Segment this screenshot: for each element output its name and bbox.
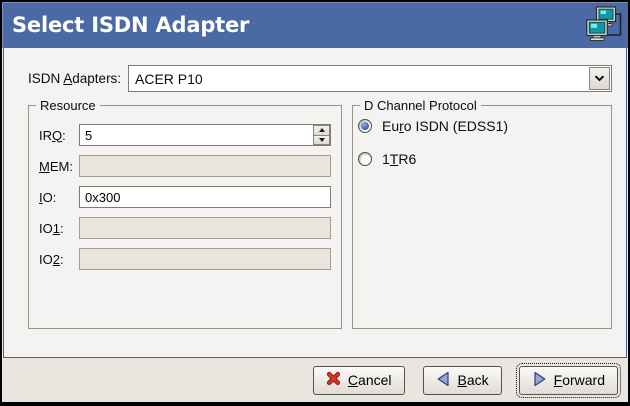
io-input[interactable] bbox=[79, 186, 331, 208]
chevron-down-icon[interactable] bbox=[589, 67, 610, 90]
io1-row: IO1: bbox=[39, 217, 331, 239]
arrow-right-icon bbox=[532, 371, 547, 390]
mem-row: MEM: bbox=[39, 155, 331, 177]
label-accel: Q bbox=[52, 128, 62, 143]
io2-label: IO2: bbox=[39, 252, 79, 267]
arrow-left-icon bbox=[436, 371, 451, 390]
label-pre: IO bbox=[39, 221, 53, 236]
groups-row: Resource IRQ: MEM: bbox=[28, 105, 612, 329]
label-accel: F bbox=[554, 372, 563, 388]
red-x-icon bbox=[326, 371, 341, 389]
label-post: : bbox=[60, 252, 64, 267]
button-label: Forward bbox=[554, 372, 605, 388]
label-accel: C bbox=[348, 372, 358, 388]
label-post: ack bbox=[467, 372, 489, 388]
isdn-adapters-combobox[interactable]: ACER P10 bbox=[128, 65, 612, 92]
mem-input bbox=[79, 155, 331, 177]
label-post: orward bbox=[562, 372, 605, 388]
combobox-value: ACER P10 bbox=[135, 71, 203, 87]
io-row: IO: bbox=[39, 186, 331, 208]
io1-input bbox=[79, 217, 331, 239]
resource-group-title: Resource bbox=[36, 98, 100, 113]
cancel-button[interactable]: Cancel bbox=[313, 366, 405, 395]
label-accel: 1 bbox=[53, 221, 60, 236]
label-post: dapters: bbox=[72, 71, 121, 86]
irq-input[interactable] bbox=[79, 124, 331, 146]
forward-button[interactable]: Forward bbox=[519, 366, 618, 395]
adapter-row: ISDN Adapters: ACER P10 bbox=[28, 65, 612, 92]
radio-option-euro-isdn[interactable]: Euro ISDN (EDSS1) bbox=[358, 118, 603, 134]
dialog-title: Select ISDN Adapter bbox=[12, 13, 249, 37]
isdn-adapters-label: ISDN Adapters: bbox=[28, 71, 128, 86]
back-button[interactable]: Back bbox=[423, 366, 502, 395]
network-computers-icon bbox=[586, 6, 623, 46]
radio-button-unselected-icon[interactable] bbox=[358, 152, 372, 166]
io2-row: IO2: bbox=[39, 248, 331, 270]
label-pre: 1 bbox=[382, 151, 390, 167]
d-channel-protocol-group: D Channel Protocol Euro ISDN (EDSS1) 1TR… bbox=[352, 105, 612, 329]
radio-button-selected-icon[interactable] bbox=[358, 119, 372, 133]
io1-label: IO1: bbox=[39, 221, 79, 236]
label-post: R6 bbox=[398, 151, 416, 167]
d-channel-protocol-title: D Channel Protocol bbox=[360, 98, 481, 113]
button-label: Back bbox=[458, 372, 489, 388]
label-pre: IO bbox=[39, 252, 53, 267]
dialog-header: Select ISDN Adapter bbox=[2, 2, 628, 48]
label-pre: Eu bbox=[382, 118, 399, 134]
irq-spinner bbox=[313, 125, 330, 145]
irq-label: IRQ: bbox=[39, 128, 79, 143]
label-post: : bbox=[62, 128, 66, 143]
irq-row: IRQ: bbox=[39, 124, 331, 146]
dialog-content: ISDN Adapters: ACER P10 Resource IRQ: bbox=[3, 48, 627, 358]
button-label: Cancel bbox=[348, 372, 392, 388]
spin-up-icon[interactable] bbox=[313, 125, 330, 135]
radio-label: Euro ISDN (EDSS1) bbox=[382, 118, 508, 134]
label-pre: IR bbox=[39, 128, 52, 143]
radio-label: 1TR6 bbox=[382, 151, 416, 167]
label-accel: 2 bbox=[53, 252, 60, 267]
label-post: o ISDN (EDSS1) bbox=[404, 118, 508, 134]
label-pre: ISDN bbox=[28, 71, 63, 86]
label-accel: B bbox=[458, 372, 467, 388]
io2-input bbox=[79, 248, 331, 270]
mem-label: MEM: bbox=[39, 159, 79, 174]
io-label: IO: bbox=[39, 190, 79, 205]
label-post: : bbox=[60, 221, 64, 236]
label-post: O: bbox=[43, 190, 57, 205]
spin-down-icon[interactable] bbox=[313, 135, 330, 146]
dialog-window: Select ISDN Adapter ISDN Adapters: ACER bbox=[0, 0, 630, 406]
label-accel: A bbox=[63, 71, 72, 86]
resource-group: Resource IRQ: MEM: bbox=[28, 105, 342, 329]
label-accel: M bbox=[39, 159, 50, 174]
radio-option-1tr6[interactable]: 1TR6 bbox=[358, 151, 603, 167]
button-bar: Cancel Back Forward bbox=[2, 358, 628, 402]
label-post: ancel bbox=[358, 372, 391, 388]
label-post: EM: bbox=[50, 159, 73, 174]
